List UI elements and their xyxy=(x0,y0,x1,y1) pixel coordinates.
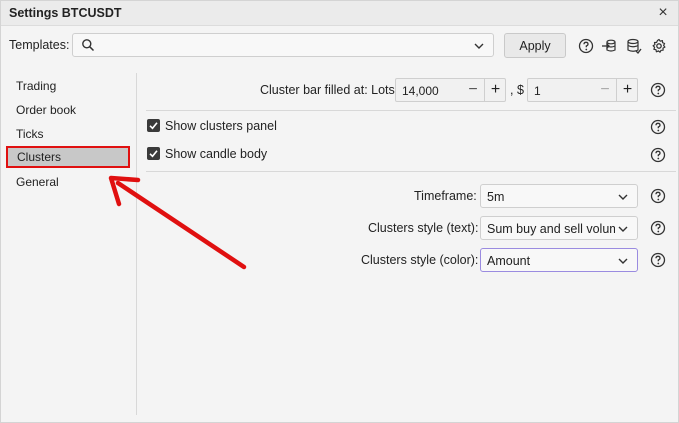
chevron-down-icon xyxy=(618,194,628,200)
show-candle-body-label[interactable]: Show candle body xyxy=(165,147,267,161)
sidebar-item-order-book[interactable]: Order book xyxy=(6,99,130,121)
divider xyxy=(146,110,676,111)
divider xyxy=(146,171,676,172)
templates-label: Templates: xyxy=(9,38,70,52)
close-icon[interactable]: × xyxy=(654,4,672,22)
dollar-separator: , $ xyxy=(510,83,524,97)
title-bar: Settings BTCUSDT × xyxy=(1,1,678,26)
save-template-icon[interactable] xyxy=(626,38,642,54)
help-icon[interactable] xyxy=(650,188,666,204)
dollar-value: 1 xyxy=(534,84,541,98)
search-icon xyxy=(82,39,95,52)
clusters-style-text-dropdown[interactable]: Sum buy and sell volume xyxy=(480,216,638,240)
help-icon[interactable] xyxy=(650,252,666,268)
clusters-settings-panel: Cluster bar filled at: Lots 14,000 − + ,… xyxy=(138,73,678,415)
templates-select[interactable] xyxy=(72,33,494,57)
chevron-down-icon xyxy=(474,43,484,49)
help-icon[interactable] xyxy=(578,38,594,54)
chevron-down-icon xyxy=(618,258,628,264)
settings-sidebar: Trading Order book Ticks Clusters Genera… xyxy=(1,73,137,415)
help-icon[interactable] xyxy=(650,119,666,135)
import-template-icon[interactable] xyxy=(601,38,617,54)
dollar-decrement-button[interactable]: − xyxy=(594,79,616,101)
lots-decrement-button[interactable]: − xyxy=(462,79,484,101)
clusters-style-text-label: Clusters style (text): xyxy=(368,221,479,235)
sidebar-item-trading[interactable]: Trading xyxy=(6,75,130,97)
lots-value: 14,000 xyxy=(402,84,439,98)
dollar-increment-button[interactable]: + xyxy=(616,79,638,101)
apply-button[interactable]: Apply xyxy=(504,33,566,58)
checkmark-icon xyxy=(149,150,158,158)
lots-increment-button[interactable]: + xyxy=(484,79,506,101)
clusters-style-color-value: Amount xyxy=(487,254,531,268)
clusters-style-color-dropdown[interactable]: Amount xyxy=(480,248,638,272)
chevron-down-icon xyxy=(618,226,628,232)
settings-window: Settings BTCUSDT × Templates: Apply Trad… xyxy=(0,0,679,423)
help-icon[interactable] xyxy=(650,147,666,163)
cluster-bar-filled-label: Cluster bar filled at: Lots xyxy=(260,83,395,97)
window-title: Settings BTCUSDT xyxy=(9,6,122,20)
sidebar-item-ticks[interactable]: Ticks xyxy=(6,123,130,145)
help-icon[interactable] xyxy=(650,220,666,236)
sidebar-item-general[interactable]: General xyxy=(6,171,130,193)
timeframe-label: Timeframe: xyxy=(414,189,477,203)
dollar-stepper[interactable]: 1 − + xyxy=(527,78,638,102)
timeframe-dropdown[interactable]: 5m xyxy=(480,184,638,208)
gear-icon[interactable] xyxy=(651,38,667,54)
clusters-style-text-value: Sum buy and sell volume xyxy=(487,222,615,236)
clusters-style-color-label: Clusters style (color): xyxy=(361,253,479,267)
show-clusters-panel-checkbox[interactable] xyxy=(147,119,160,132)
sidebar-item-clusters[interactable]: Clusters xyxy=(6,146,130,168)
help-icon[interactable] xyxy=(650,82,666,98)
checkmark-icon xyxy=(149,122,158,130)
show-clusters-panel-label[interactable]: Show clusters panel xyxy=(165,119,277,133)
show-candle-body-checkbox[interactable] xyxy=(147,147,160,160)
lots-stepper[interactable]: 14,000 − + xyxy=(395,78,506,102)
timeframe-value: 5m xyxy=(487,190,505,204)
templates-row: Templates: Apply xyxy=(1,31,678,61)
